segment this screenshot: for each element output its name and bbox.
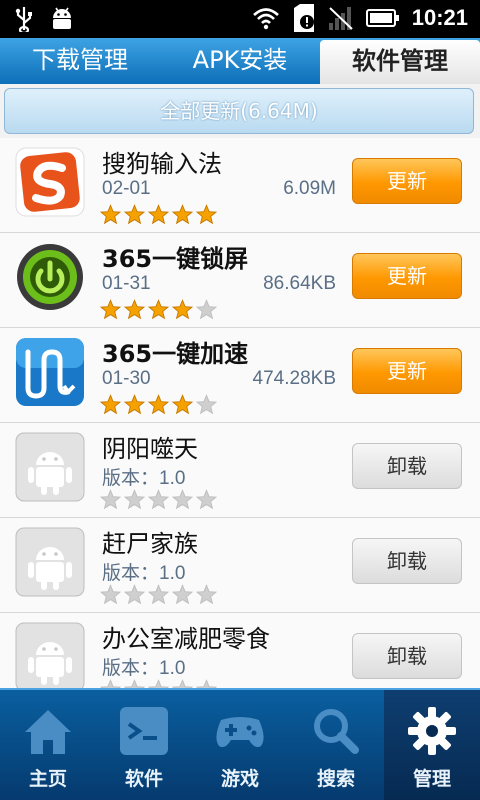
nav-label: 主页: [28, 768, 67, 790]
android-debug-icon: [53, 7, 71, 29]
update-button[interactable]: 更新: [352, 158, 462, 204]
nav-label: 游戏: [220, 768, 259, 790]
app-version: 版本：1.0: [102, 468, 186, 489]
tab-software-manager[interactable]: 软件管理: [320, 40, 480, 84]
star-empty-icon: [172, 584, 193, 605]
status-bar: 10:21: [0, 0, 480, 38]
list-item[interactable]: 搜狗输入法 02-01 6.09M 更新: [0, 138, 480, 233]
star-empty-icon: [196, 299, 217, 320]
rating-stars: [100, 679, 217, 688]
update-button[interactable]: 更新: [352, 348, 462, 394]
clock: 10:21: [411, 5, 468, 30]
rating-stars: [100, 489, 217, 510]
nav-label: 软件: [124, 768, 163, 790]
home-icon: [25, 710, 71, 754]
uninstall-button[interactable]: 卸载: [352, 538, 462, 584]
sd-card-alert-icon: [293, 4, 314, 32]
star-empty-icon: [124, 584, 145, 605]
app-name: 搜狗输入法: [102, 150, 222, 178]
app-size: 86.64KB: [263, 273, 336, 294]
star-filled-icon: [124, 299, 145, 320]
gear-icon: [408, 707, 456, 755]
tab-apk-install[interactable]: APK安装: [160, 38, 320, 84]
list-item[interactable]: 赶尸家族 版本：1.0 卸载: [0, 518, 480, 613]
app-name: 365一键锁屏: [102, 245, 249, 273]
star-empty-icon: [100, 679, 121, 688]
android-default-app-icon: [14, 621, 86, 688]
nav-label: 管理: [412, 768, 451, 790]
rating-stars: [100, 204, 217, 225]
star-filled-icon: [124, 204, 145, 225]
star-empty-icon: [196, 584, 217, 605]
search-icon: [314, 709, 359, 754]
app-version: 版本：1.0: [102, 658, 186, 679]
app-list[interactable]: 搜狗输入法 02-01 6.09M 更新 365一键锁屏 01-31 86.64…: [0, 138, 480, 688]
star-empty-icon: [124, 679, 145, 688]
star-filled-icon: [172, 204, 193, 225]
android-default-app-icon: [14, 526, 86, 598]
star-filled-icon: [100, 299, 121, 320]
rating-stars: [100, 394, 217, 415]
update-button[interactable]: 更新: [352, 253, 462, 299]
star-empty-icon: [148, 584, 169, 605]
nav-label: 搜索: [316, 768, 355, 790]
star-filled-icon: [100, 394, 121, 415]
list-item[interactable]: 365一键加速 01-30 474.28KB 更新: [0, 328, 480, 423]
list-item[interactable]: 365一键锁屏 01-31 86.64KB 更新: [0, 233, 480, 328]
star-filled-icon: [124, 394, 145, 415]
star-filled-icon: [172, 394, 193, 415]
star-filled-icon: [148, 394, 169, 415]
app-name: 办公室减肥零食: [102, 625, 270, 653]
star-empty-icon: [100, 489, 121, 510]
star-empty-icon: [172, 489, 193, 510]
list-item[interactable]: 办公室减肥零食 版本：1.0 卸载: [0, 613, 480, 688]
nav-manage[interactable]: 管理: [384, 690, 480, 800]
star-empty-icon: [172, 679, 193, 688]
rating-stars: [100, 584, 217, 605]
star-empty-icon: [196, 394, 217, 415]
battery-icon: [365, 9, 399, 27]
top-tabs: 下载管理 APK安装 软件管理: [0, 38, 480, 84]
wifi-icon: [252, 8, 279, 30]
software-icon: [120, 707, 168, 755]
update-all-button[interactable]: 全部更新(6.64M): [4, 88, 474, 134]
bottom-nav: 主页 软件 游戏 搜索 管理: [0, 688, 480, 800]
star-filled-icon: [196, 204, 217, 225]
sogou-input-app-icon: [14, 146, 86, 218]
app-name: 赶尸家族: [102, 530, 198, 558]
app-name: 阴阳噬天: [102, 435, 198, 463]
uninstall-button[interactable]: 卸载: [352, 443, 462, 489]
rating-stars: [100, 299, 217, 320]
list-item[interactable]: 阴阳噬天 版本：1.0 卸载: [0, 423, 480, 518]
star-filled-icon: [148, 299, 169, 320]
app-date: 02-01: [102, 178, 151, 199]
app-size: 6.09M: [283, 178, 336, 199]
gamepad-icon: [216, 717, 264, 748]
nav-software[interactable]: 软件: [96, 690, 192, 800]
app-size: 474.28KB: [252, 368, 336, 389]
star-empty-icon: [196, 679, 217, 688]
star-empty-icon: [148, 489, 169, 510]
android-default-app-icon: [14, 431, 86, 503]
app-name: 365一键加速: [102, 340, 249, 368]
speedup-app-icon: [14, 336, 86, 408]
signal-none-icon: [328, 7, 353, 30]
app-version: 版本：1.0: [102, 563, 186, 584]
app-date: 01-30: [102, 368, 151, 389]
nav-games[interactable]: 游戏: [192, 690, 288, 800]
star-empty-icon: [100, 584, 121, 605]
star-filled-icon: [100, 204, 121, 225]
usb-icon: [15, 7, 32, 32]
star-filled-icon: [148, 204, 169, 225]
star-empty-icon: [124, 489, 145, 510]
app-date: 01-31: [102, 273, 151, 294]
nav-search[interactable]: 搜索: [288, 690, 384, 800]
lockscreen-app-icon: [14, 241, 86, 313]
uninstall-button[interactable]: 卸载: [352, 633, 462, 679]
star-empty-icon: [196, 489, 217, 510]
nav-home[interactable]: 主页: [0, 690, 96, 800]
tab-download-manager[interactable]: 下载管理: [0, 38, 160, 84]
star-filled-icon: [172, 299, 193, 320]
star-empty-icon: [148, 679, 169, 688]
